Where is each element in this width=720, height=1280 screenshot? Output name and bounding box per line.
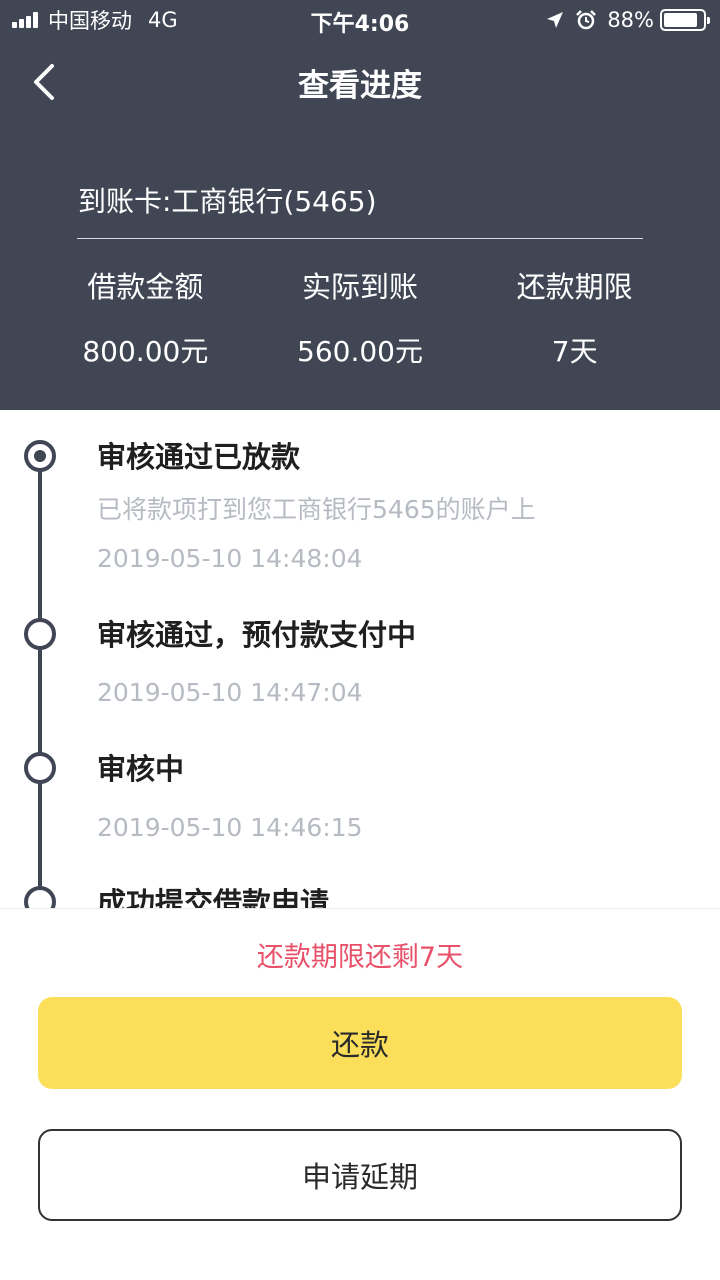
nav-bar: 查看进度 bbox=[0, 44, 720, 120]
loan-stats: 借款金额 800.00元 实际到账 560.00元 还款期限 7天 bbox=[38, 264, 682, 370]
stat-value: 7天 bbox=[551, 335, 598, 368]
status-bar: 中国移动 4G 下午4:06 88% bbox=[0, 0, 720, 40]
apply-extension-button[interactable]: 申请延期 bbox=[38, 1129, 682, 1221]
stat-loan-amount: 借款金额 800.00元 bbox=[38, 264, 253, 370]
timeline-step-time: 2019-05-10 14:48:04 bbox=[97, 544, 363, 573]
stat-value: 800.00元 bbox=[82, 335, 209, 368]
timeline-step-title: 审核通过，预付款支付中 bbox=[97, 618, 417, 652]
header-panel: 中国移动 4G 下午4:06 88% 查看进度 到账卡:工商银行(5465) 借… bbox=[0, 0, 720, 410]
timeline-step-time: 2019-05-10 14:47:04 bbox=[97, 678, 363, 707]
progress-timeline: 审核通过已放款 已将款项打到您工商银行5465的账户上 2019-05-10 1… bbox=[0, 410, 720, 908]
remaining-term-notice: 还款期限还剩7天 bbox=[256, 942, 464, 973]
stat-actual-received: 实际到账 560.00元 bbox=[253, 264, 468, 370]
action-panel: 还款期限还剩7天 还款 申请延期 bbox=[0, 908, 720, 1280]
timeline-node-active bbox=[24, 440, 56, 472]
timeline-node bbox=[24, 886, 56, 908]
stat-label: 还款期限 bbox=[516, 270, 633, 304]
payout-card: 到账卡:工商银行(5465) bbox=[78, 185, 377, 218]
timeline-step-desc: 已将款项打到您工商银行5465的账户上 bbox=[97, 495, 536, 524]
timeline-step-title: 审核通过已放款 bbox=[97, 440, 301, 474]
location-arrow-icon bbox=[547, 12, 564, 28]
stat-value: 560.00元 bbox=[297, 335, 423, 368]
divider bbox=[77, 238, 643, 239]
page-title: 查看进度 bbox=[298, 68, 422, 104]
alarm-icon bbox=[576, 10, 597, 30]
timeline-step-title: 成功提交借款申请 bbox=[97, 886, 330, 908]
battery-percent: 88% bbox=[607, 8, 654, 32]
timeline-step-title: 审核中 bbox=[97, 752, 185, 786]
timeline-node bbox=[24, 752, 56, 784]
repay-button[interactable]: 还款 bbox=[38, 997, 682, 1089]
stat-label: 借款金额 bbox=[87, 270, 204, 304]
battery-icon bbox=[660, 9, 710, 31]
timeline-node bbox=[24, 618, 56, 650]
timeline-track bbox=[38, 455, 42, 908]
stat-repay-term: 还款期限 7天 bbox=[467, 264, 682, 370]
stat-label: 实际到账 bbox=[302, 270, 419, 304]
timeline-step-time: 2019-05-10 14:46:15 bbox=[97, 813, 363, 842]
